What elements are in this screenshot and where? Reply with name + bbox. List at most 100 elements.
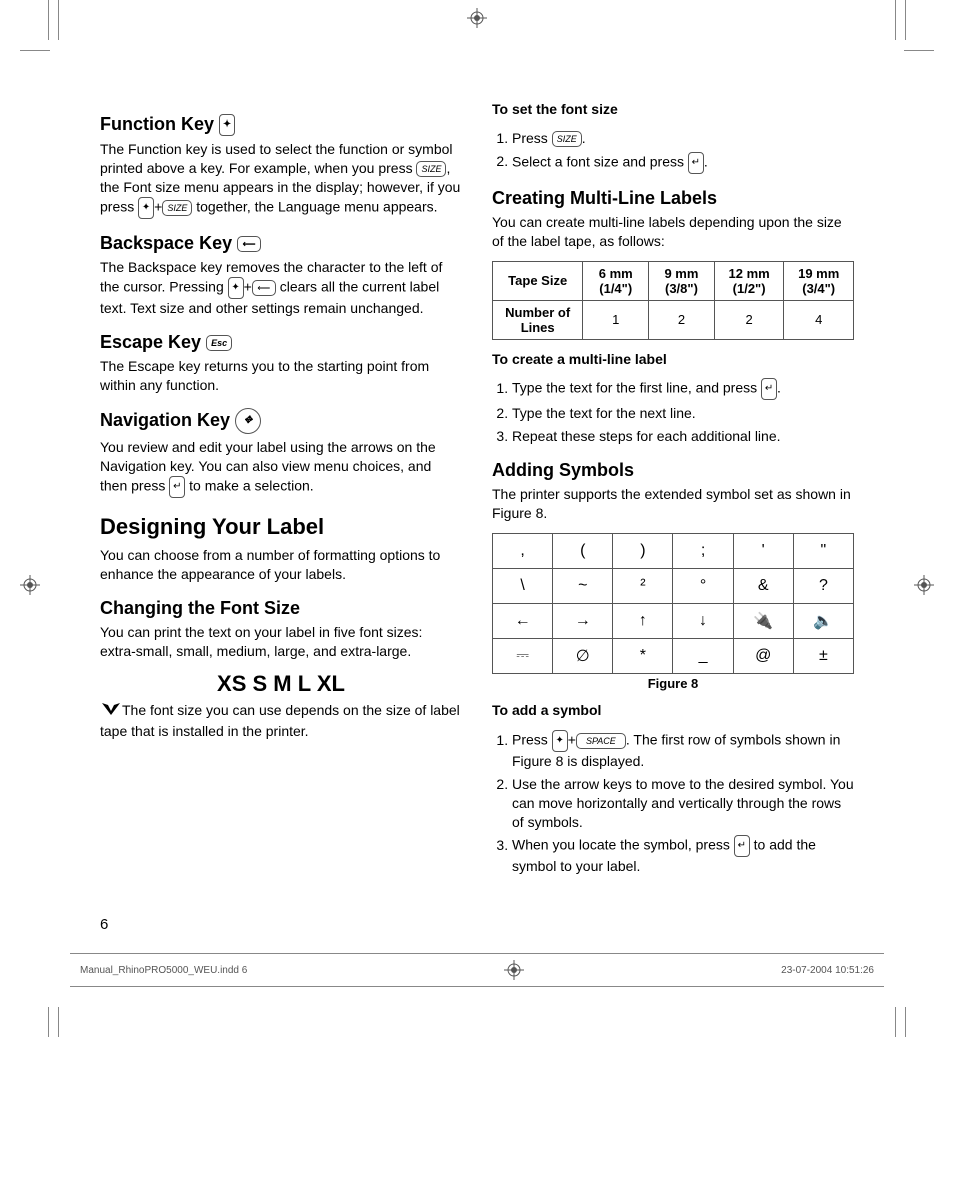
designing-body: You can choose from a number of formatti…	[100, 546, 462, 584]
font-size-body: You can print the text on your label in …	[100, 623, 462, 661]
space-key-icon: SPACE	[576, 733, 626, 749]
step: Repeat these steps for each additional l…	[512, 427, 854, 446]
symbol-cell: _	[673, 639, 733, 674]
backspace-key-icon: ⟵	[252, 280, 276, 296]
symbol-cell: ↓	[673, 604, 733, 639]
text: When you locate the symbol, press	[512, 837, 734, 853]
symbol-cell: (	[553, 534, 613, 569]
navigation-key-icon: ✥	[235, 408, 261, 434]
table-cell: 2	[649, 300, 715, 339]
tip-icon	[100, 701, 122, 722]
table-cell: 2	[714, 300, 784, 339]
left-column: Function Key ✦ The Function key is used …	[100, 100, 462, 886]
table-header-row: Tape Size 6 mm (1/4") 9 mm (3/8") 12 mm …	[493, 261, 854, 300]
set-font-steps: Press SIZE. Select a font size and press…	[492, 129, 854, 174]
registration-mark-icon	[20, 575, 40, 595]
fn-key-icon: ✦	[219, 114, 235, 136]
font-size-heading: Changing the Font Size	[100, 598, 462, 619]
table-row: ← → ↑ ↓ 🔌 🔈	[493, 604, 854, 639]
figure-caption: Figure 8	[492, 676, 854, 691]
step: Select a font size and press ↵.	[512, 152, 854, 174]
symbol-cell: ;	[673, 534, 733, 569]
symbols-heading: Adding Symbols	[492, 460, 854, 481]
function-key-body: The Function key is used to select the f…	[100, 140, 462, 219]
create-multiline-steps: Type the text for the first line, and pr…	[492, 378, 854, 446]
symbol-cell: ∅	[553, 639, 613, 674]
backspace-key-icon: ⟵	[237, 236, 261, 252]
function-key-heading: Function Key ✦	[100, 114, 462, 136]
symbol-cell: ↑	[613, 604, 673, 639]
fn-key-icon: ✦	[552, 730, 568, 752]
escape-key-icon: Esc	[206, 335, 232, 351]
footer-timestamp: 23-07-2004 10:51:26	[781, 965, 874, 976]
enter-key-icon: ↵	[734, 835, 750, 857]
text: to make a selection.	[189, 478, 314, 494]
symbol-cell: ²	[613, 569, 673, 604]
step: Press ✦+SPACE. The first row of symbols …	[512, 730, 854, 771]
tape-size-table: Tape Size 6 mm (1/4") 9 mm (3/8") 12 mm …	[492, 261, 854, 340]
add-symbol-steps: Press ✦+SPACE. The first row of symbols …	[492, 730, 854, 876]
page-number: 6	[100, 916, 914, 933]
symbol-cell: ~	[553, 569, 613, 604]
table-row: ⎓ ∅ * _ @ ±	[493, 639, 854, 674]
text: Press	[512, 732, 552, 748]
step: Use the arrow keys to move to the desire…	[512, 775, 854, 832]
right-column: To set the font size Press SIZE. Select …	[492, 100, 854, 886]
text: .	[582, 130, 586, 146]
set-font-heading: To set the font size	[492, 100, 854, 119]
text: Type the text for the first line, and pr…	[512, 380, 761, 396]
table-header: 19 mm (3/4")	[784, 261, 854, 300]
step: Press SIZE.	[512, 129, 854, 148]
backspace-key-body: The Backspace key removes the character …	[100, 258, 462, 318]
text: together, the Language menu appears.	[192, 199, 437, 215]
navigation-key-body: You review and edit your label using the…	[100, 438, 462, 498]
multiline-body: You can create multi-line labels dependi…	[492, 213, 854, 251]
symbol-cell: '	[733, 534, 793, 569]
font-size-tip: The font size you can use depends on the…	[100, 701, 462, 741]
page: Function Key ✦ The Function key is used …	[0, 0, 954, 1047]
symbol-cell: @	[733, 639, 793, 674]
symbol-cell: "	[793, 534, 853, 569]
symbol-cell: \	[493, 569, 553, 604]
heading-text: Escape Key	[100, 332, 201, 352]
table-header: 12 mm (1/2")	[714, 261, 784, 300]
registration-mark-icon	[504, 960, 524, 980]
text: Select a font size and press	[512, 153, 688, 169]
size-key-icon: SIZE	[552, 131, 582, 147]
backspace-key-heading: Backspace Key ⟵	[100, 233, 462, 254]
table-header: 9 mm (3/8")	[649, 261, 715, 300]
symbol-cell: 🔈	[793, 604, 853, 639]
symbol-cell: &	[733, 569, 793, 604]
symbol-cell: 🔌	[733, 604, 793, 639]
escape-key-body: The Escape key returns you to the starti…	[100, 357, 462, 395]
escape-key-heading: Escape Key Esc	[100, 332, 462, 353]
symbols-body: The printer supports the extended symbol…	[492, 485, 854, 523]
enter-key-icon: ↵	[761, 378, 777, 400]
table-header: 6 mm (1/4")	[583, 261, 649, 300]
step: Type the text for the next line.	[512, 404, 854, 423]
fn-key-icon: ✦	[228, 277, 244, 299]
font-sizes-display: XS S M L XL	[100, 671, 462, 697]
content-columns: Function Key ✦ The Function key is used …	[100, 100, 854, 886]
enter-key-icon: ↵	[169, 476, 185, 498]
table-row: \ ~ ² ° & ?	[493, 569, 854, 604]
table-row: Number of Lines 1 2 2 4	[493, 300, 854, 339]
footer: Manual_RhinoPRO5000_WEU.indd 6 23-07-200…	[70, 953, 884, 987]
heading-text: Navigation Key	[100, 410, 230, 430]
text: .	[704, 153, 708, 169]
registration-mark-icon	[914, 575, 934, 595]
designing-heading: Designing Your Label	[100, 514, 462, 540]
footer-file: Manual_RhinoPRO5000_WEU.indd 6	[80, 965, 247, 976]
size-key-icon: SIZE	[416, 161, 446, 177]
symbol-cell: ⎓	[493, 639, 553, 674]
size-key-icon: SIZE	[162, 200, 192, 216]
symbol-cell: →	[553, 604, 613, 639]
fn-key-icon: ✦	[138, 197, 154, 219]
symbol-cell: ±	[793, 639, 853, 674]
table-cell: 1	[583, 300, 649, 339]
symbol-cell: )	[613, 534, 673, 569]
symbol-cell: ?	[793, 569, 853, 604]
text: The Function key is used to select the f…	[100, 141, 453, 176]
crop-marks-bottom	[40, 987, 914, 1027]
step: Type the text for the first line, and pr…	[512, 378, 854, 400]
